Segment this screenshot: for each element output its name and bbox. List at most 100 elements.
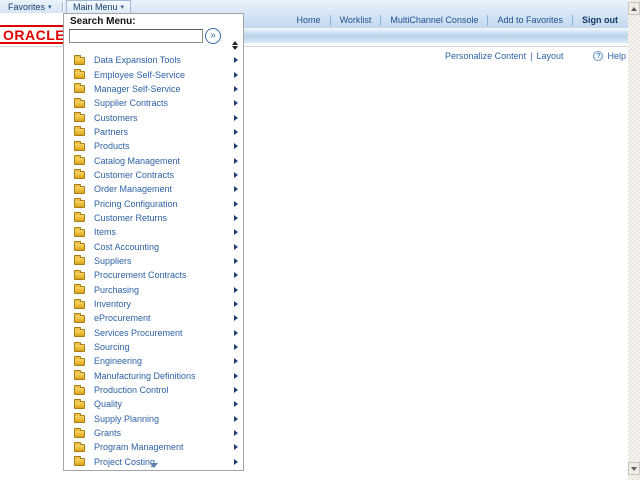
- folder-icon: [74, 355, 85, 366]
- menu-item-row[interactable]: Items: [64, 225, 243, 239]
- nav-link-sign-out[interactable]: Sign out: [582, 15, 618, 25]
- folder-icon: [74, 69, 85, 80]
- menu-item-row[interactable]: Supply Planning: [64, 412, 243, 426]
- help-link[interactable]: Help: [607, 51, 626, 61]
- menu-item-row[interactable]: eProcurement: [64, 311, 243, 325]
- submenu-arrow-icon: [234, 444, 238, 451]
- favorites-menu-tab[interactable]: Favorites ▾: [2, 0, 58, 13]
- chevron-down-icon: ▾: [48, 3, 52, 11]
- link-separator: [380, 14, 382, 26]
- submenu-arrow-icon: [234, 85, 238, 92]
- menu-item-label: Customers: [94, 112, 138, 123]
- menu-item-row[interactable]: Production Control: [64, 383, 243, 397]
- submenu-arrow-icon: [234, 128, 238, 135]
- folder-icon: [74, 413, 85, 424]
- menu-item-row[interactable]: Customers: [64, 110, 243, 124]
- submenu-arrow-icon: [234, 57, 238, 64]
- nav-link-add-to-favorites[interactable]: Add to Favorites: [497, 15, 563, 25]
- menu-item-row[interactable]: Sourcing: [64, 340, 243, 354]
- menu-item-label: Engineering: [94, 356, 143, 367]
- menu-item-row[interactable]: Program Management: [64, 440, 243, 454]
- folder-icon: [74, 140, 85, 151]
- folder-icon: [74, 169, 85, 180]
- folder-icon: [74, 255, 85, 266]
- folder-icon: [74, 327, 85, 338]
- menu-item-label: Sourcing: [94, 342, 130, 353]
- menu-item-label: Catalog Management: [94, 155, 181, 166]
- menu-item-label: Partners: [94, 126, 129, 137]
- menu-item-row[interactable]: Inventory: [64, 297, 243, 311]
- folder-icon: [74, 341, 85, 352]
- submenu-arrow-icon: [234, 257, 238, 264]
- menu-item-row[interactable]: Supplier Contracts: [64, 96, 243, 110]
- menu-item-row[interactable]: Order Management: [64, 182, 243, 196]
- page-tools-row: Personalize Content | Layout ? Help: [445, 51, 626, 61]
- menu-item-label: Quality: [94, 399, 123, 410]
- menu-item-row[interactable]: Partners: [64, 125, 243, 139]
- scroll-up-icon: [631, 6, 637, 11]
- submenu-arrow-icon: [234, 200, 238, 207]
- menu-item-row[interactable]: Procurement Contracts: [64, 268, 243, 282]
- folder-icon: [74, 441, 85, 452]
- submenu-arrow-icon: [234, 143, 238, 150]
- search-go-button[interactable]: »: [205, 28, 221, 44]
- submenu-arrow-icon: [234, 229, 238, 236]
- folder-icon: [74, 212, 85, 223]
- menu-item-row[interactable]: Customer Returns: [64, 211, 243, 225]
- menu-item-row[interactable]: Pricing Configuration: [64, 196, 243, 210]
- menu-item-row[interactable]: Employee Self-Service: [64, 67, 243, 81]
- help-icon[interactable]: ?: [593, 51, 604, 61]
- search-menu-label: Search Menu:: [70, 16, 136, 27]
- sort-menu-icon[interactable]: [231, 41, 238, 50]
- menu-scroll-more-icon[interactable]: [149, 463, 158, 468]
- menu-item-label: Customer Contracts: [94, 169, 175, 180]
- menu-item-row[interactable]: Grants: [64, 426, 243, 440]
- folder-icon: [74, 384, 85, 395]
- main-menu-tab[interactable]: Main Menu ▾: [66, 0, 131, 13]
- scrollbar-down-button[interactable]: [628, 462, 640, 475]
- menu-item-label: Grants: [94, 428, 122, 439]
- menu-item-row[interactable]: Engineering: [64, 354, 243, 368]
- menu-item-label: eProcurement: [94, 313, 151, 324]
- layout-link[interactable]: Layout: [536, 51, 563, 61]
- universal-nav-links: Home Worklist MultiChannel Console Add t…: [297, 14, 618, 26]
- menu-item-row[interactable]: Quality: [64, 397, 243, 411]
- submenu-arrow-icon: [234, 387, 238, 394]
- chevron-down-icon: ▾: [120, 4, 125, 11]
- vertical-scrollbar[interactable]: [628, 0, 640, 480]
- menu-item-row[interactable]: Purchasing: [64, 283, 243, 297]
- menu-item-label: Supplier Contracts: [94, 98, 169, 109]
- menu-item-label: Purchasing: [94, 284, 140, 295]
- submenu-arrow-icon: [234, 358, 238, 365]
- menu-item-label: Production Control: [94, 385, 169, 396]
- submenu-arrow-icon: [234, 344, 238, 351]
- menu-item-label: Suppliers: [94, 255, 132, 266]
- submenu-arrow-icon: [234, 114, 238, 121]
- submenu-arrow-icon: [234, 171, 238, 178]
- menu-item-row[interactable]: Customer Contracts: [64, 168, 243, 182]
- menu-item-label: Procurement Contracts: [94, 270, 187, 281]
- menu-item-row[interactable]: Manager Self-Service: [64, 82, 243, 96]
- menu-item-row[interactable]: Data Expansion Tools: [64, 53, 243, 67]
- menu-item-row[interactable]: Catalog Management: [64, 153, 243, 167]
- menu-item-row[interactable]: Manufacturing Definitions: [64, 369, 243, 383]
- nav-link-multichannel-console[interactable]: MultiChannel Console: [390, 15, 478, 25]
- personalize-content-link[interactable]: Personalize Content: [445, 51, 526, 61]
- nav-link-home[interactable]: Home: [297, 15, 321, 25]
- submenu-arrow-icon: [234, 186, 238, 193]
- folder-icon: [74, 183, 85, 194]
- menu-item-row[interactable]: Cost Accounting: [64, 239, 243, 253]
- menu-item-label: Program Management: [94, 442, 184, 453]
- menu-search-input[interactable]: [69, 29, 203, 43]
- menu-item-row[interactable]: Services Procurement: [64, 326, 243, 340]
- folder-icon: [74, 54, 85, 65]
- link-separator: [487, 14, 489, 26]
- menu-item-row[interactable]: Suppliers: [64, 254, 243, 268]
- menu-item-label: Customer Returns: [94, 212, 168, 223]
- menu-item-label: Products: [94, 141, 130, 152]
- folder-icon: [74, 312, 85, 323]
- scrollbar-up-button[interactable]: [628, 2, 640, 15]
- menu-item-row[interactable]: Products: [64, 139, 243, 153]
- link-separator: [572, 14, 573, 26]
- nav-link-worklist[interactable]: Worklist: [340, 15, 372, 25]
